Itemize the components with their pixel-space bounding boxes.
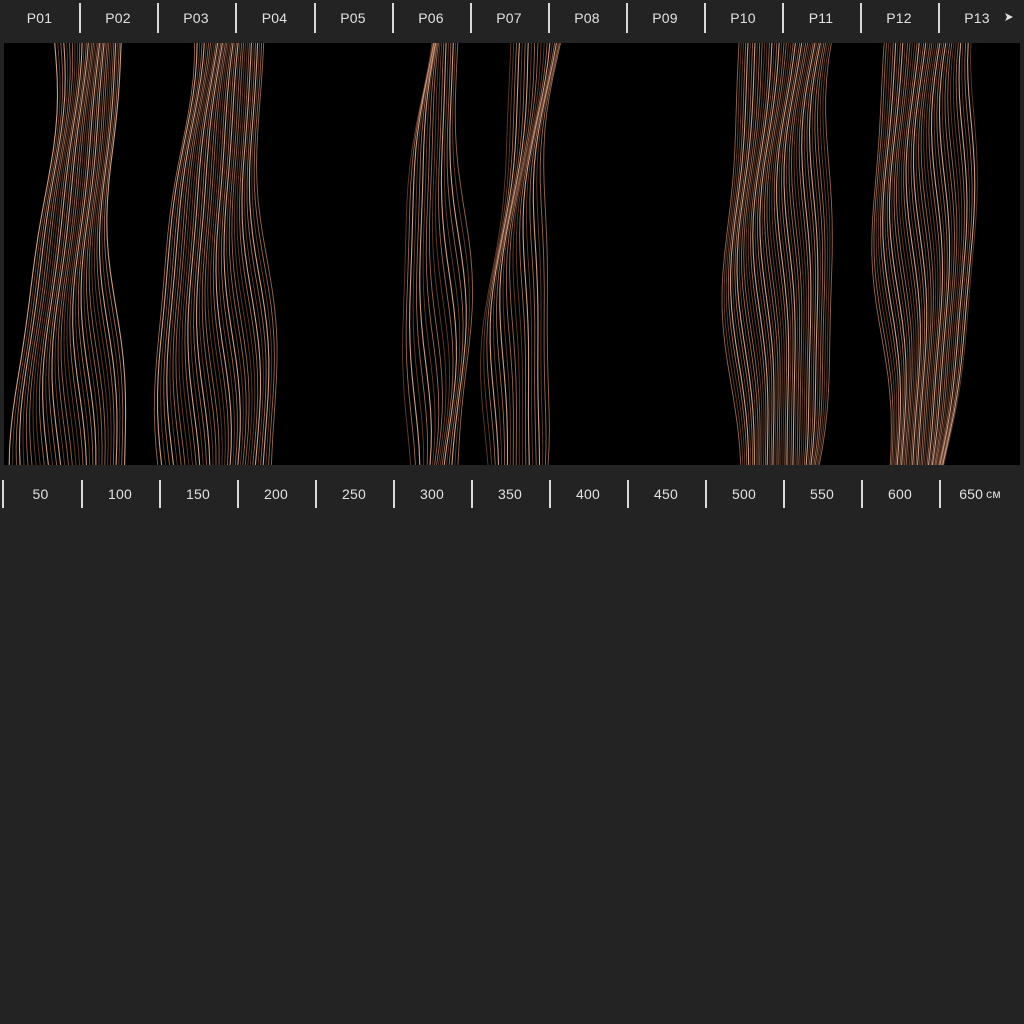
separator <box>783 480 785 508</box>
separator <box>626 3 628 33</box>
scale-unit: см <box>986 487 1001 501</box>
scale-label: 150 <box>186 486 210 502</box>
panel-label-text: P08 <box>574 10 600 26</box>
hair-strand <box>190 43 220 465</box>
separator <box>393 480 395 508</box>
hair-strand <box>449 43 467 465</box>
panel-label-text: P13 <box>964 10 990 26</box>
panel-label-p10[interactable]: P10 <box>704 0 782 36</box>
panel-label-p06[interactable]: P06 <box>392 0 470 36</box>
panel-label-p09[interactable]: P09 <box>626 0 704 36</box>
separator <box>314 3 316 33</box>
separator <box>235 3 237 33</box>
scale-label: 650 <box>959 486 984 502</box>
scale-mark-500: 500 <box>705 478 783 510</box>
panel-label-p12[interactable]: P12 <box>860 0 938 36</box>
hair-strand <box>454 43 474 465</box>
separator <box>938 3 940 33</box>
separator <box>705 480 707 508</box>
scale-label: 350 <box>498 486 522 502</box>
panel-label-text: P01 <box>26 10 53 26</box>
separator <box>548 3 550 33</box>
hair-strand <box>156 43 198 465</box>
panel-label-text: P02 <box>105 10 131 26</box>
separator <box>81 480 83 508</box>
separator <box>159 480 161 508</box>
scale-mark-450: 450 <box>627 478 705 510</box>
scale-label: 400 <box>576 486 600 502</box>
scale-label: 100 <box>108 486 132 502</box>
scale-mark-250: 250 <box>315 478 393 510</box>
scale-label: 450 <box>654 486 678 502</box>
panel-label-text: P12 <box>886 10 912 26</box>
separator <box>157 3 159 33</box>
separator <box>79 3 81 33</box>
scale-mark-650: 650 см <box>939 478 1021 510</box>
hair-strands-artwork <box>8 43 978 465</box>
separator <box>939 480 941 508</box>
separator <box>782 3 784 33</box>
arrow-right-icon[interactable] <box>1002 10 1016 24</box>
separator <box>470 3 472 33</box>
scale-mark-150: 150 <box>159 478 237 510</box>
panel-label-p08[interactable]: P08 <box>548 0 626 36</box>
scale-mark-50: 50 <box>0 478 81 510</box>
scale-mark-350: 350 <box>471 478 549 510</box>
separator <box>471 480 473 508</box>
panel-label-p02[interactable]: P02 <box>79 0 157 36</box>
separator <box>860 3 862 33</box>
panel-label-p07[interactable]: P07 <box>470 0 548 36</box>
scale-label: 500 <box>732 486 756 502</box>
panel-label-text: P09 <box>652 10 678 26</box>
panel-label-p01[interactable]: P01 <box>0 0 79 36</box>
scale-label: 300 <box>420 486 444 502</box>
hair-strand <box>181 43 215 465</box>
separator <box>627 480 629 508</box>
panel-label-text: P04 <box>261 10 288 26</box>
scale-label: 550 <box>810 486 834 502</box>
scale-mark-200: 200 <box>237 478 315 510</box>
panel-label-p05[interactable]: P05 <box>314 0 392 36</box>
separator <box>237 480 239 508</box>
panel-label-p03[interactable]: P03 <box>157 0 235 36</box>
panel-label-text: P10 <box>730 10 756 26</box>
scale-label: 200 <box>264 486 288 502</box>
scale-mark-600: 600 <box>861 478 939 510</box>
scale-mark-300: 300 <box>393 478 471 510</box>
panel-label-text: P03 <box>183 10 209 26</box>
hair-strand <box>412 43 436 465</box>
panel-label-text: P07 <box>496 10 522 26</box>
scale-ruler: 50 100 150 200 250 300 350 400 450 500 5… <box>0 478 1024 510</box>
separator <box>392 3 394 33</box>
panel-label-text: P11 <box>808 10 834 26</box>
wall-panel-preview <box>4 43 1020 465</box>
scale-mark-400: 400 <box>549 478 627 510</box>
separator <box>315 480 317 508</box>
scale-label: 50 <box>32 486 49 502</box>
panel-label-p11[interactable]: P11 <box>782 0 860 36</box>
separator <box>704 3 706 33</box>
scale-label: 250 <box>342 486 366 502</box>
scale-label: 600 <box>888 486 912 502</box>
panel-label-p04[interactable]: P04 <box>235 0 314 36</box>
scale-mark-100: 100 <box>81 478 159 510</box>
panel-label-text: P06 <box>418 10 444 26</box>
separator <box>549 480 551 508</box>
panel-label-bar: P01 P02 P03 P04 P05 P06 P07 P08 P09 P10 … <box>0 0 1024 36</box>
panel-label-text: P05 <box>340 10 366 26</box>
page: P01 P02 P03 P04 P05 P06 P07 P08 P09 P10 … <box>0 0 1024 1024</box>
scale-mark-550: 550 <box>783 478 861 510</box>
hair-strand <box>745 43 766 465</box>
separator <box>861 480 863 508</box>
